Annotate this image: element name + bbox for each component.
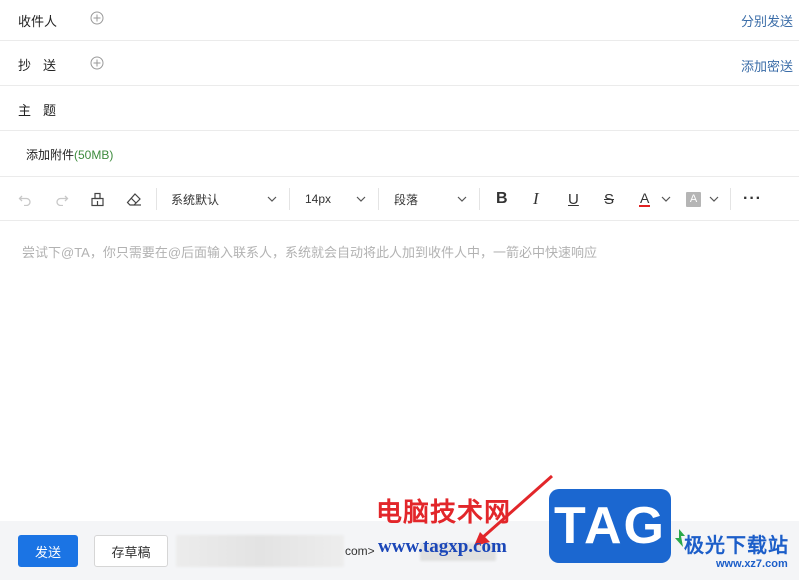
paragraph-select[interactable]: 段落 bbox=[394, 177, 418, 221]
underline-button[interactable]: U bbox=[568, 177, 579, 221]
bold-button[interactable]: B bbox=[496, 177, 508, 221]
toolbar-divider bbox=[289, 188, 290, 210]
attachment-row: 添加附件(50MB) bbox=[0, 131, 799, 177]
cc-row: 抄送 添加密送 bbox=[0, 41, 799, 86]
redo-button[interactable] bbox=[55, 177, 69, 221]
add-attachment-text: 添加附件 bbox=[26, 148, 75, 162]
format-painter-button[interactable] bbox=[90, 177, 105, 221]
chevron-down-icon bbox=[356, 196, 366, 202]
watermark-site-url: www.xz7.com bbox=[716, 558, 788, 570]
editor-placeholder[interactable]: 尝试下@TA，你只需要在@后面输入联系人，系统就会自动将此人加到收件人中，一箭必… bbox=[22, 242, 597, 261]
toolbar-divider bbox=[378, 188, 379, 210]
watermark-url: www.tagxp.com bbox=[378, 536, 507, 557]
clear-format-button[interactable] bbox=[126, 177, 142, 221]
italic-icon: I bbox=[533, 189, 539, 208]
compose-window: 收件人 分别发送 抄送 添加密送 主题 添加附件(50MB) 系统默认 14px… bbox=[0, 0, 799, 580]
recipient-label: 收件人 bbox=[18, 14, 58, 29]
attachment-size-limit: (50MB) bbox=[74, 148, 114, 162]
underline-icon: U bbox=[568, 190, 579, 208]
watermark-tag-logo: TAG bbox=[549, 489, 671, 563]
recipient-row: 收件人 分别发送 bbox=[0, 0, 799, 41]
add-attachment-link[interactable]: 添加附件(50MB) bbox=[26, 146, 113, 163]
send-button[interactable]: 发送 bbox=[18, 535, 78, 567]
redo-icon bbox=[56, 195, 69, 206]
italic-button[interactable]: I bbox=[533, 177, 539, 221]
add-recipient-icon[interactable] bbox=[90, 11, 104, 25]
watermark-title: 电脑技术网 bbox=[376, 498, 512, 528]
font-color-button[interactable]: A bbox=[639, 177, 651, 221]
format-painter-icon bbox=[91, 192, 104, 206]
font-size-value: 14px bbox=[305, 192, 332, 206]
undo-icon bbox=[18, 195, 31, 206]
subject-row[interactable]: 主题 bbox=[0, 86, 799, 131]
toolbar-divider bbox=[479, 188, 480, 210]
toolbar-divider bbox=[156, 188, 157, 210]
font-size-select[interactable]: 14px bbox=[305, 177, 331, 221]
more-options-button[interactable]: ··· bbox=[743, 177, 762, 221]
bold-icon: B bbox=[496, 190, 508, 207]
editor-toolbar: 系统默认 14px 段落 B I U S A A ··· bbox=[0, 177, 799, 221]
chevron-down-icon[interactable] bbox=[661, 196, 671, 202]
eraser-icon bbox=[126, 192, 141, 206]
toolbar-divider bbox=[730, 188, 731, 210]
subject-label: 主题 bbox=[18, 103, 69, 118]
strikethrough-icon: S bbox=[604, 190, 615, 208]
separate-send-link[interactable]: 分别发送 bbox=[741, 11, 793, 30]
chevron-down-icon bbox=[267, 196, 277, 202]
sender-address-tail: com> bbox=[345, 544, 375, 558]
add-bcc-link[interactable]: 添加密送 bbox=[741, 56, 793, 75]
add-cc-icon[interactable] bbox=[90, 56, 104, 70]
undo-button[interactable] bbox=[18, 177, 32, 221]
font-color-icon: A bbox=[639, 190, 651, 207]
background-color-icon: A bbox=[686, 191, 701, 207]
strikethrough-button[interactable]: S bbox=[604, 177, 614, 221]
more-icon: ··· bbox=[743, 190, 762, 207]
cc-label: 抄送 bbox=[18, 58, 69, 73]
font-family-select[interactable]: 系统默认 bbox=[171, 177, 219, 221]
font-family-value: 系统默认 bbox=[171, 192, 220, 207]
watermark-site-name: 极光下载站 bbox=[684, 533, 789, 557]
chevron-down-icon bbox=[457, 196, 467, 202]
paragraph-value: 段落 bbox=[394, 192, 419, 207]
chevron-down-icon[interactable] bbox=[709, 196, 719, 202]
background-color-button[interactable]: A bbox=[686, 177, 701, 221]
sender-select-blurred[interactable] bbox=[176, 535, 344, 567]
save-draft-button[interactable]: 存草稿 bbox=[94, 535, 168, 567]
